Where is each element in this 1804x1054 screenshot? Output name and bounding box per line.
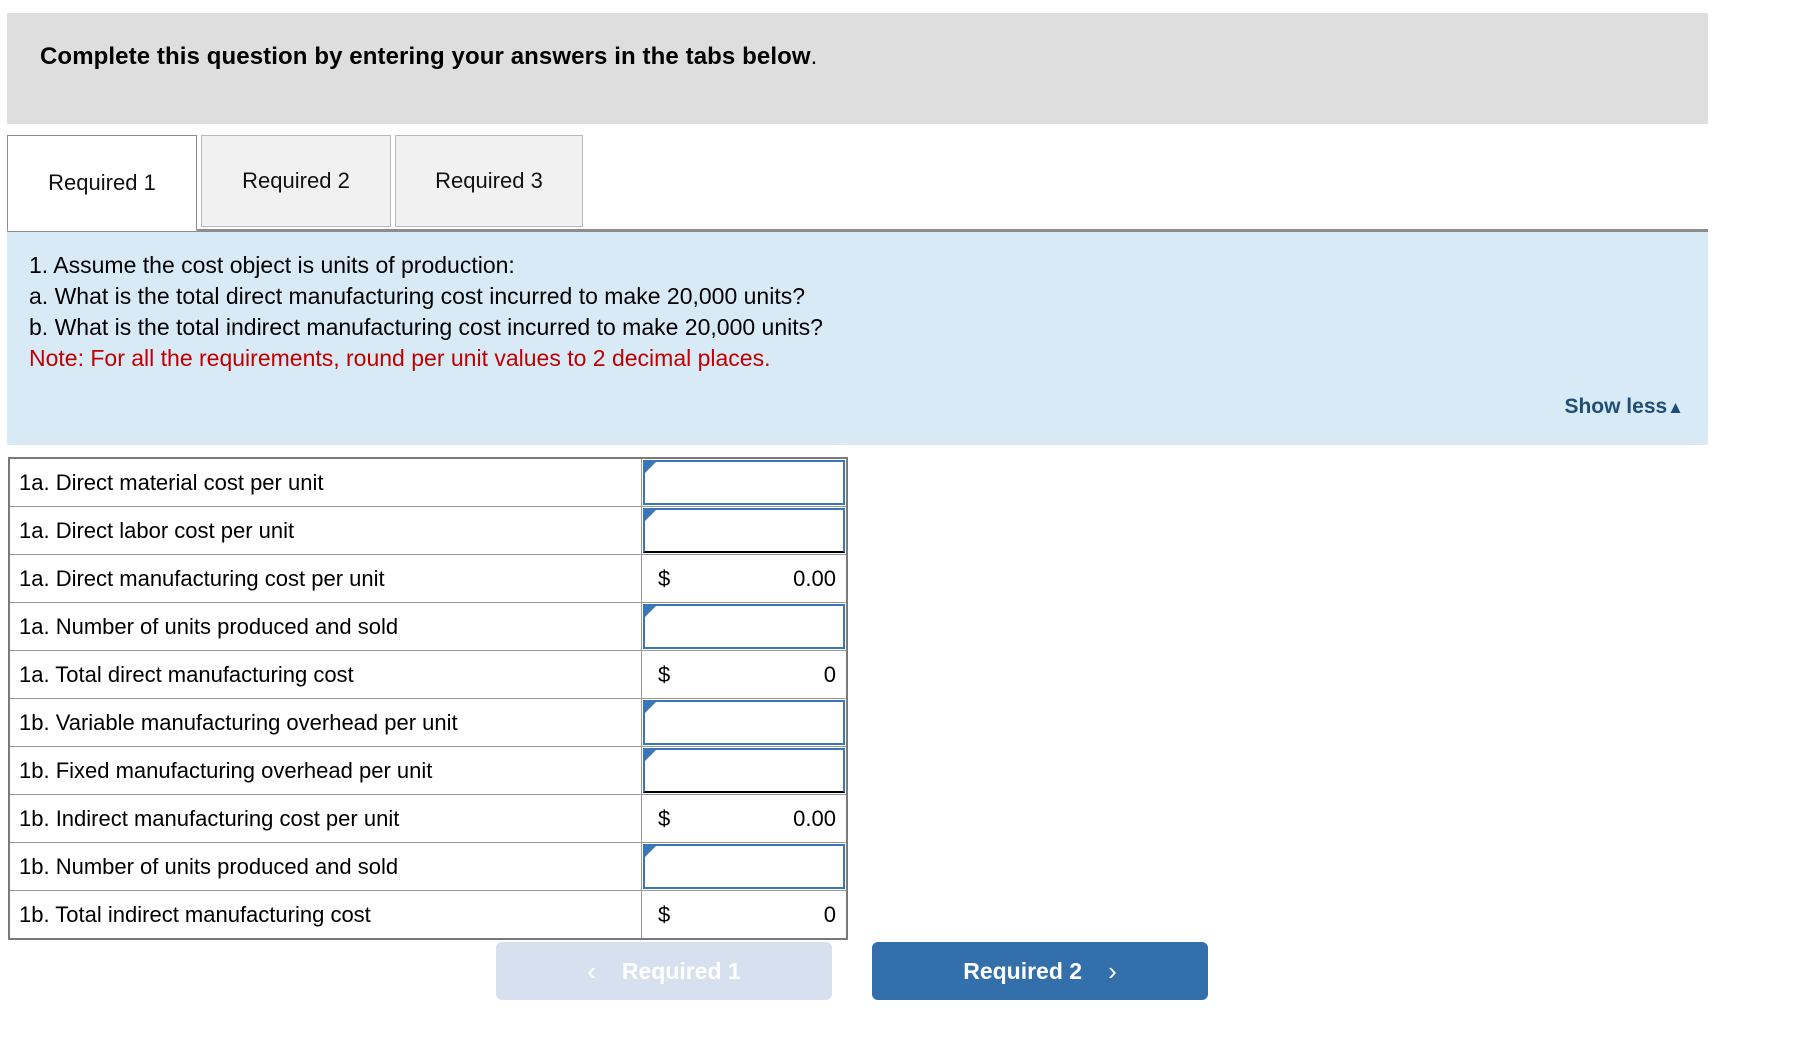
- banner-title-bold: Complete this question by entering your …: [40, 43, 811, 70]
- amount-value: 0: [823, 901, 836, 927]
- caret-up-icon: ▲: [1667, 398, 1684, 417]
- row-value-cell[interactable]: [641, 842, 848, 891]
- table-row: 1a. Direct labor cost per unit: [8, 506, 848, 555]
- amount-value: 0.00: [793, 565, 836, 591]
- currency-symbol: $: [658, 565, 671, 591]
- direct-units-produced-input[interactable]: [658, 606, 837, 647]
- amount-value: 0: [823, 661, 836, 687]
- row-value-cell: $ 0: [641, 650, 848, 699]
- table-row: 1a. Direct manufacturing cost per unit $…: [8, 554, 848, 603]
- row-value-cell: $ 0: [641, 890, 848, 940]
- input-wrapper: [643, 604, 845, 649]
- banner-title-period: .: [810, 43, 818, 70]
- next-required-label: Required 2: [963, 957, 1083, 984]
- chevron-left-icon: ‹: [587, 955, 596, 986]
- direct-labor-cost-per-unit-input[interactable]: [658, 510, 837, 551]
- input-wrapper: [643, 508, 845, 553]
- row-label: 1a. Direct manufacturing cost per unit: [8, 554, 642, 603]
- show-less-toggle[interactable]: Show less▲: [1564, 395, 1684, 419]
- previous-required-button[interactable]: ‹ Required 1: [496, 942, 832, 1000]
- instruction-note: Note: For all the requirements, round pe…: [29, 345, 771, 371]
- question-instructions-panel: 1. Assume the cost object is units of pr…: [7, 229, 1708, 445]
- input-wrapper: [643, 844, 845, 889]
- currency-symbol: $: [658, 661, 671, 687]
- instruction-banner: Complete this question by entering your …: [7, 13, 1708, 124]
- tab-required-1-label: Required 1: [48, 170, 156, 195]
- indirect-units-produced-input[interactable]: [658, 846, 837, 887]
- input-wrapper: [643, 748, 845, 793]
- table-row: 1b. Variable manufacturing overhead per …: [8, 698, 848, 747]
- variable-overhead-per-unit-input[interactable]: [658, 702, 837, 743]
- previous-required-label: Required 1: [621, 957, 741, 984]
- banner-title: Complete this question by entering your …: [40, 43, 817, 71]
- computed-value: $ 0: [642, 651, 846, 698]
- amount-value: 0.00: [793, 805, 836, 831]
- row-label: 1a. Total direct manufacturing cost: [8, 650, 642, 699]
- row-value-cell[interactable]: [641, 746, 848, 795]
- instruction-text: 1. Assume the cost object is units of pr…: [29, 250, 823, 374]
- table-row: 1a. Number of units produced and sold: [8, 602, 848, 651]
- tab-required-3-label: Required 3: [435, 168, 543, 193]
- table-row: 1b. Indirect manufacturing cost per unit…: [8, 794, 848, 843]
- table-row: 1b. Number of units produced and sold: [8, 842, 848, 891]
- row-value-cell[interactable]: [641, 506, 848, 555]
- instruction-line-1: 1. Assume the cost object is units of pr…: [29, 252, 515, 278]
- computed-value: $ 0.00: [642, 555, 846, 602]
- row-value-cell[interactable]: [641, 457, 848, 507]
- row-value-cell: $ 0.00: [641, 554, 848, 603]
- row-label: 1b. Number of units produced and sold: [8, 842, 642, 891]
- tab-bar: Required 1 Required 2 Required 3: [7, 135, 1708, 232]
- input-wrapper: [643, 460, 845, 505]
- table-row: 1a. Direct material cost per unit: [8, 457, 848, 507]
- row-value-cell[interactable]: [641, 698, 848, 747]
- next-required-button[interactable]: Required 2 ›: [872, 942, 1208, 1000]
- currency-symbol: $: [658, 805, 671, 831]
- table-row: 1a. Total direct manufacturing cost $ 0: [8, 650, 848, 699]
- row-value-cell[interactable]: [641, 602, 848, 651]
- instruction-line-b: b. What is the total indirect manufactur…: [29, 314, 823, 340]
- row-label: 1b. Variable manufacturing overhead per …: [8, 698, 642, 747]
- tab-required-2-label: Required 2: [242, 168, 350, 193]
- answer-table: 1a. Direct material cost per unit 1a. Di…: [8, 457, 848, 940]
- fixed-overhead-per-unit-input[interactable]: [658, 750, 837, 791]
- table-row: 1b. Fixed manufacturing overhead per uni…: [8, 746, 848, 795]
- row-label: 1b. Total indirect manufacturing cost: [8, 890, 642, 940]
- answer-table-body: 1a. Direct material cost per unit 1a. Di…: [8, 457, 848, 940]
- computed-value: $ 0: [642, 891, 846, 938]
- tab-required-1[interactable]: Required 1: [7, 135, 197, 231]
- row-label: 1a. Direct labor cost per unit: [8, 506, 642, 555]
- row-label: 1b. Fixed manufacturing overhead per uni…: [8, 746, 642, 795]
- table-row: 1b. Total indirect manufacturing cost $ …: [8, 890, 848, 940]
- chevron-right-icon: ›: [1108, 955, 1117, 986]
- show-less-label: Show less: [1564, 395, 1668, 418]
- currency-symbol: $: [658, 901, 671, 927]
- row-label: 1b. Indirect manufacturing cost per unit: [8, 794, 642, 843]
- instruction-line-a: a. What is the total direct manufacturin…: [29, 283, 806, 309]
- direct-material-cost-per-unit-input[interactable]: [658, 462, 837, 503]
- tab-required-3[interactable]: Required 3: [395, 135, 583, 227]
- tab-required-2[interactable]: Required 2: [201, 135, 391, 227]
- row-label: 1a. Direct material cost per unit: [8, 457, 642, 507]
- row-label: 1a. Number of units produced and sold: [8, 602, 642, 651]
- input-wrapper: [643, 700, 845, 745]
- computed-value: $ 0.00: [642, 795, 846, 842]
- row-value-cell: $ 0.00: [641, 794, 848, 843]
